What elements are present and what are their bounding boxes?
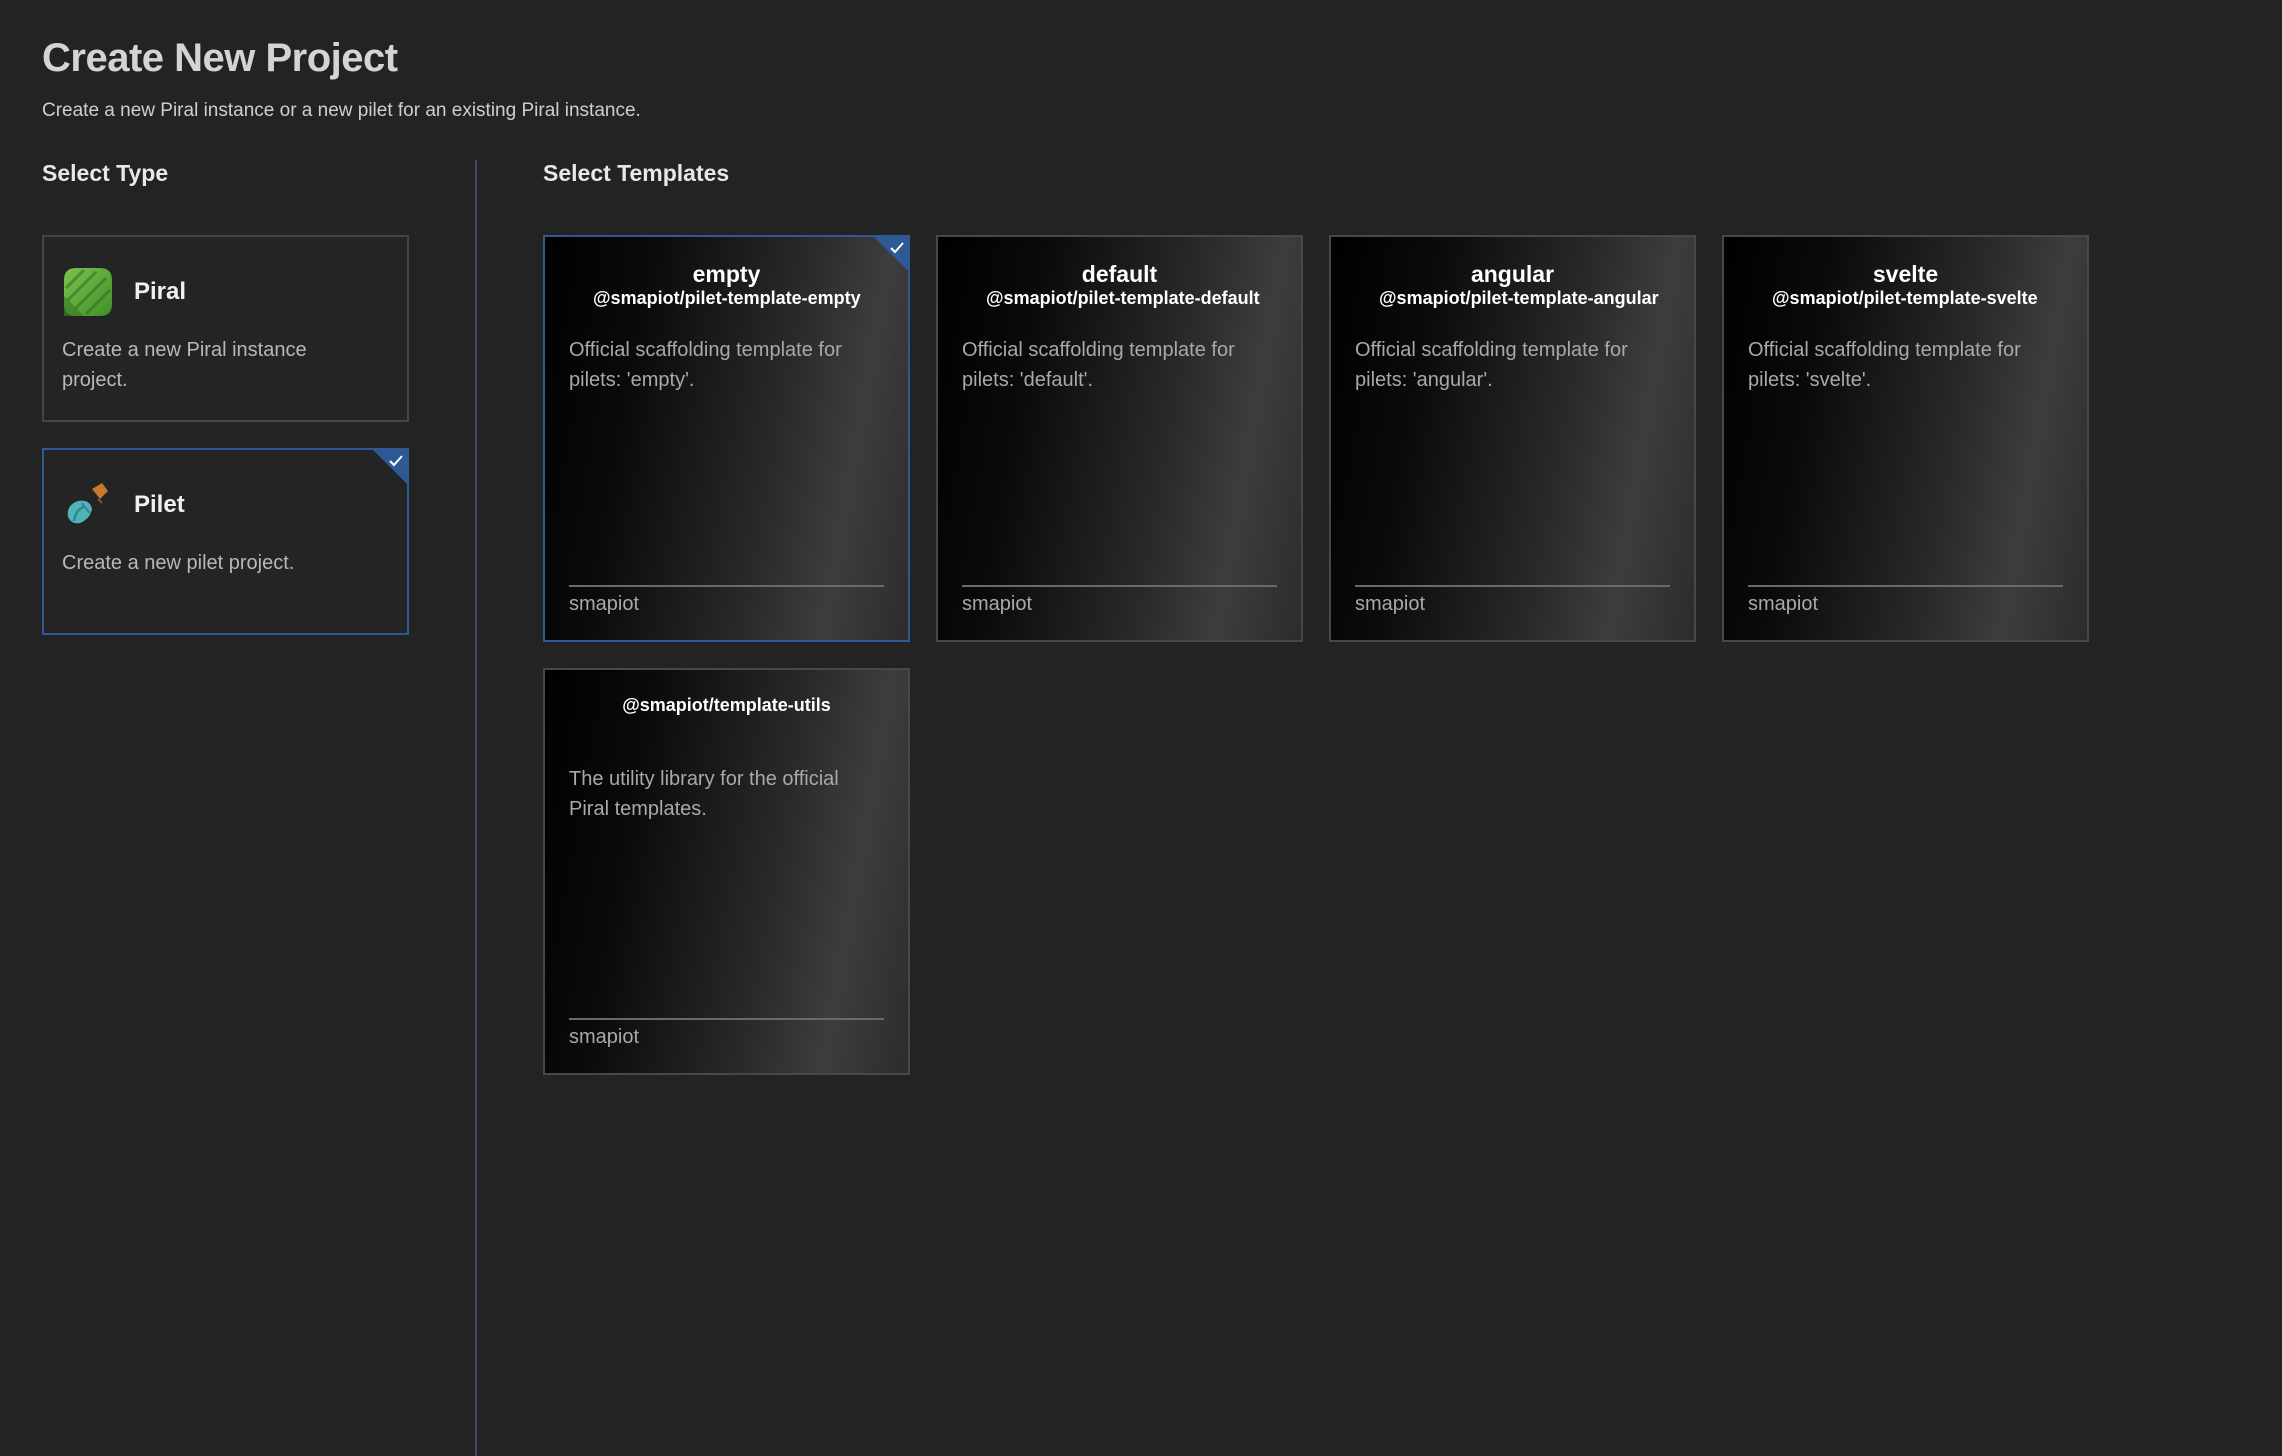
template-package: @smapiot/pilet-template-angular (1379, 288, 1659, 308)
type-name: Pilet (134, 491, 185, 518)
template-package: @smapiot/template-utils (622, 695, 831, 715)
select-templates-heading: Select Templates (543, 160, 730, 186)
template-description: Official scaffolding template for pilets… (569, 339, 842, 391)
type-description: Create a new Piral instance project. (62, 339, 307, 391)
page-header: Create New Project Create a new Piral in… (42, 30, 641, 122)
template-name: svelte (1872, 261, 1939, 287)
template-card-empty[interactable]: empty @smapiot/pilet-template-empty Offi… (543, 235, 910, 642)
template-author: smapiot (962, 585, 1277, 616)
template-author: smapiot (569, 1018, 884, 1049)
template-description: Official scaffolding template for pilets… (1748, 339, 2021, 391)
template-name: angular (1470, 261, 1555, 287)
template-card-template-utils[interactable]: @smapiot/template-utils The utility libr… (543, 668, 910, 1075)
template-author: smapiot (1355, 585, 1670, 616)
select-type-heading: Select Type (42, 160, 169, 186)
template-name: default (1081, 261, 1158, 287)
type-card-piral[interactable]: Piral Create a new Piral instance projec… (42, 235, 409, 422)
type-card-pilet[interactable]: Pilet Create a new pilet project. (42, 448, 409, 635)
template-card-angular[interactable]: angular @smapiot/pilet-template-angular … (1329, 235, 1696, 642)
template-name: empty (692, 261, 761, 287)
piral-logo-icon (64, 268, 112, 316)
type-list: Piral Create a new Piral instance projec… (42, 235, 409, 661)
pilet-logo-icon (67, 483, 108, 524)
selected-check-icon (872, 235, 910, 273)
type-description: Create a new pilet project. (62, 552, 295, 574)
template-package: @smapiot/pilet-template-default (986, 288, 1260, 308)
template-description: Official scaffolding template for pilets… (962, 339, 1235, 391)
template-author: smapiot (1748, 585, 2063, 616)
selected-check-icon (371, 448, 409, 486)
section-divider (475, 160, 477, 1456)
template-card-svelte[interactable]: svelte @smapiot/pilet-template-svelte Of… (1722, 235, 2089, 642)
page-subtitle: Create a new Piral instance or a new pil… (42, 100, 641, 121)
template-description: Official scaffolding template for pilets… (1355, 339, 1628, 391)
type-name: Piral (134, 278, 187, 305)
create-project-page: Create New Project Create a new Piral in… (0, 0, 2282, 1456)
template-card-default[interactable]: default @smapiot/pilet-template-default … (936, 235, 1303, 642)
template-package: @smapiot/pilet-template-svelte (1772, 288, 2038, 308)
template-author: smapiot (569, 585, 884, 616)
template-package: @smapiot/pilet-template-empty (593, 288, 861, 308)
page-title: Create New Project (42, 36, 398, 80)
template-description: The utility library for the official Pir… (569, 768, 839, 820)
